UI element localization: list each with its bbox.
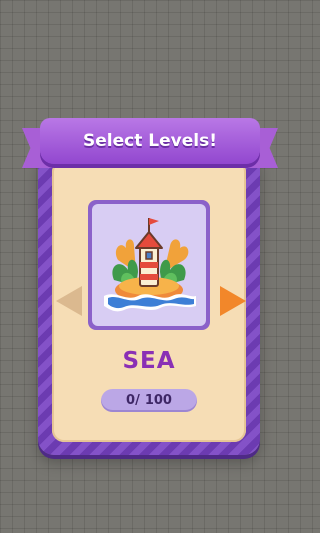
level-card[interactable] [88, 200, 210, 330]
level-card-inner [92, 204, 206, 326]
level-name: SEA [122, 348, 176, 374]
progress-total: 100 [144, 393, 172, 408]
progress-current: 0/ [126, 393, 140, 408]
page-title: Select Levels! [83, 131, 217, 151]
level-progress-badge: 0/ 100 [101, 389, 197, 412]
title-ribbon: Select Levels! [40, 118, 260, 164]
lighthouse-island-icon [104, 218, 196, 312]
